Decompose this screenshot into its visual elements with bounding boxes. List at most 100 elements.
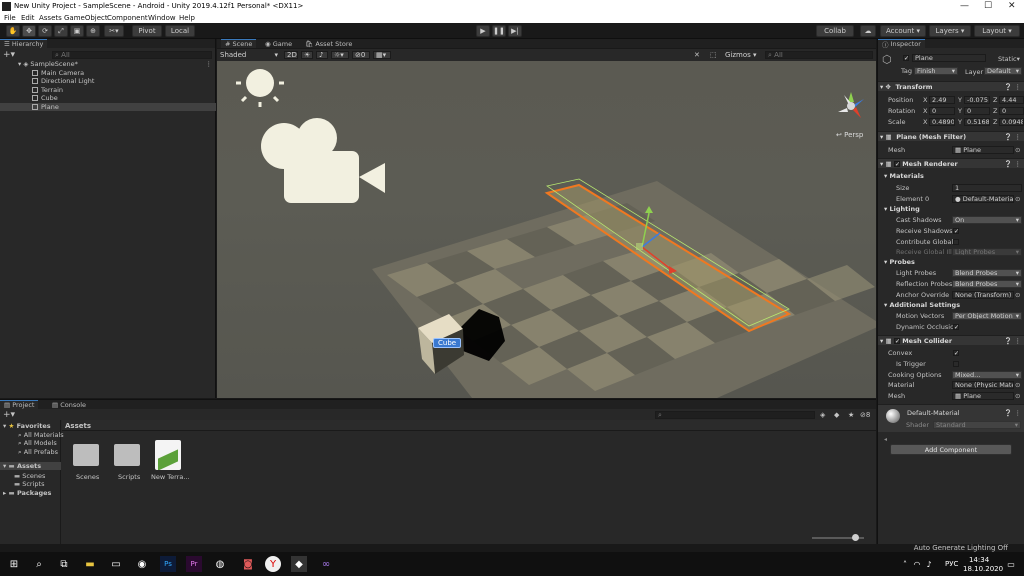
filter-label-icon[interactable]: ◆ bbox=[834, 411, 839, 419]
2d-toggle[interactable]: 2D bbox=[284, 51, 298, 59]
cast-shadows-dropdown[interactable]: On ▾ bbox=[952, 215, 1022, 224]
hierarchy-item[interactable]: Cube bbox=[0, 94, 216, 102]
favorite-filter-icon[interactable]: ★ bbox=[848, 411, 854, 419]
position-x-field[interactable]: 2.49 bbox=[929, 95, 955, 104]
step-button[interactable]: ▶| bbox=[508, 25, 522, 37]
gizmo-plane-handle[interactable] bbox=[636, 243, 643, 250]
convex-checkbox[interactable]: ✓ bbox=[953, 349, 959, 356]
scene-search-input[interactable]: ⌕ All bbox=[765, 51, 873, 59]
effects-toggle-icon[interactable]: ☼▾ bbox=[331, 51, 349, 59]
wifi-icon[interactable]: ◠ bbox=[912, 556, 922, 572]
lighting-toggle-icon[interactable]: ☀ bbox=[301, 51, 313, 59]
cloud-icon[interactable]: ☁ bbox=[860, 25, 876, 37]
layout-dropdown[interactable]: Layout ▾ bbox=[974, 25, 1020, 37]
dynamic-occlusion-checkbox[interactable]: ✓ bbox=[953, 323, 959, 330]
probes-foldout[interactable]: ▾ Probes bbox=[884, 258, 915, 266]
rotation-y-field[interactable]: 0 bbox=[964, 106, 990, 115]
account-dropdown[interactable]: Account ▾ bbox=[880, 25, 926, 37]
clock-date[interactable]: 18.10.2020 bbox=[963, 565, 1003, 573]
transform-tool-button[interactable]: ⊕ bbox=[86, 25, 100, 37]
static-dropdown[interactable]: Static▾ bbox=[998, 55, 1020, 63]
audio-toggle-icon[interactable]: ♪ bbox=[316, 51, 328, 59]
hidden-count-icon[interactable]: ⊘8 bbox=[860, 411, 870, 419]
is-trigger-checkbox[interactable] bbox=[953, 360, 959, 367]
tab-asset-store[interactable]: 🛍 Asset Store bbox=[301, 39, 356, 48]
asset-subfolder[interactable]: ▬ Scripts bbox=[14, 480, 44, 488]
menu-window[interactable]: Window bbox=[148, 14, 176, 22]
cooking-options-dropdown[interactable]: Mixed... ▾ bbox=[952, 370, 1022, 379]
menu-help[interactable]: Help bbox=[179, 14, 195, 22]
active-checkbox[interactable]: ✓ bbox=[903, 54, 909, 62]
materials-foldout[interactable]: ▾ Materials bbox=[884, 172, 924, 180]
rotation-x-field[interactable]: 0 bbox=[929, 106, 955, 115]
close-button[interactable]: ✕ bbox=[1008, 1, 1016, 11]
cube-label[interactable]: Cube bbox=[433, 338, 462, 348]
local-toggle[interactable]: Local bbox=[165, 25, 195, 37]
collider-mesh-field[interactable]: ▦ Plane bbox=[952, 391, 1014, 400]
hierarchy-scene-item[interactable]: ▾ ◈ SampleScene* ⋮ bbox=[0, 60, 216, 68]
tab-inspector[interactable]: ⓘ Inspector bbox=[878, 39, 925, 49]
slider-handle[interactable] bbox=[852, 534, 859, 541]
shader-dropdown[interactable]: Standard ▾ bbox=[933, 421, 1021, 429]
scenes-folder-icon[interactable] bbox=[73, 444, 99, 466]
scene-menu-icon[interactable]: ⋮ bbox=[206, 60, 213, 68]
lighting-foldout[interactable]: ▾ Lighting bbox=[884, 205, 920, 213]
scale-x-field[interactable]: 0.4890 bbox=[929, 117, 955, 126]
photoshop-icon[interactable]: Ps bbox=[160, 556, 176, 572]
receive-shadows-checkbox[interactable]: ✓ bbox=[953, 227, 959, 234]
collider-material-field[interactable]: None (Physic Mater bbox=[952, 380, 1014, 389]
asset-subfolder[interactable]: ▬ Scenes bbox=[14, 472, 45, 480]
object-picker-icon[interactable]: ⊙ bbox=[1015, 381, 1020, 389]
scripts-folder-icon[interactable] bbox=[114, 444, 140, 466]
additional-settings-foldout[interactable]: ▾ Additional Settings bbox=[884, 301, 960, 309]
breadcrumb-assets[interactable]: Assets bbox=[65, 422, 91, 430]
custom-tool-button[interactable]: ✂▾ bbox=[104, 25, 124, 37]
hidden-objects-toggle[interactable]: ⊘ 0 bbox=[352, 51, 370, 59]
menu-edit[interactable]: Edit bbox=[21, 14, 35, 22]
object-name-field[interactable]: Plane bbox=[912, 54, 986, 62]
fav-item[interactable]: ⌕ All Prefabs bbox=[18, 448, 58, 457]
assets-folder[interactable]: ▾ ▬ Assets bbox=[0, 462, 61, 470]
create-asset-icon[interactable]: +▾ bbox=[3, 410, 15, 420]
pivot-toggle[interactable]: Pivot bbox=[132, 25, 162, 37]
material-expand-icon[interactable]: ◂ bbox=[884, 436, 887, 443]
calculator-icon[interactable]: ▭ bbox=[108, 556, 124, 572]
rect-tool-button[interactable]: ▣ bbox=[70, 25, 84, 37]
rotation-z-field[interactable]: 0 bbox=[999, 106, 1024, 115]
premiere-icon[interactable]: Pr bbox=[186, 556, 202, 572]
hierarchy-item-selected[interactable]: Plane bbox=[0, 103, 216, 111]
favorites-folder[interactable]: ▾ ★ Favorites bbox=[3, 422, 51, 430]
persp-label[interactable]: ↩ Persp bbox=[836, 131, 863, 139]
play-button[interactable]: ▶ bbox=[476, 25, 490, 37]
main-camera-icon[interactable] bbox=[261, 118, 385, 203]
create-icon[interactable]: +▾ bbox=[3, 50, 15, 60]
light-probes-dropdown[interactable]: Blend Probes ▾ bbox=[952, 268, 1022, 277]
object-picker-icon[interactable]: ⊙ bbox=[1015, 291, 1020, 299]
scene-camera-dropdown[interactable]: ▦▾ bbox=[373, 51, 391, 59]
collab-button[interactable]: Collab bbox=[816, 25, 854, 37]
icon-size-slider[interactable] bbox=[812, 534, 864, 541]
material-section[interactable]: Default-Material ❔ ⋮ Shader Standard ▾ bbox=[878, 404, 1024, 432]
tab-hierarchy[interactable]: ☰ Hierarchy bbox=[0, 39, 48, 48]
material-menu-icon[interactable]: ❔ ⋮ bbox=[1004, 409, 1021, 417]
chrome-icon[interactable]: ◉ bbox=[134, 556, 150, 572]
search-icon[interactable]: ⌕ bbox=[31, 556, 47, 572]
rotate-tool-button[interactable]: ⟳ bbox=[38, 25, 52, 37]
mesh-filter-header[interactable]: ▾ ▦ Plane (Mesh Filter) ❔ ⋮ bbox=[878, 131, 1024, 141]
unity-icon[interactable]: ◆ bbox=[291, 556, 307, 572]
notifications-icon[interactable]: ▭ bbox=[1004, 556, 1018, 572]
scene-canvas[interactable] bbox=[217, 61, 876, 398]
packages-folder[interactable]: ▸ ▬ Packages bbox=[3, 489, 51, 497]
tray-arrow-icon[interactable]: ˄ bbox=[900, 556, 910, 572]
hierarchy-item[interactable]: Terrain bbox=[0, 86, 216, 94]
scale-z-field[interactable]: 0.0948 bbox=[999, 117, 1024, 126]
hand-tool-button[interactable]: ✋ bbox=[6, 25, 20, 37]
steam-icon[interactable]: ◍ bbox=[212, 556, 228, 572]
hierarchy-item[interactable]: Directional Light bbox=[0, 77, 216, 85]
gizmos-dropdown[interactable]: Gizmos ▾ bbox=[723, 51, 761, 59]
scene-visibility-icon[interactable]: ⬚ bbox=[710, 51, 717, 59]
transform-header[interactable]: ▾ ✥ Transform ❔ ⋮ bbox=[878, 81, 1024, 91]
reflection-probes-dropdown[interactable]: Blend Probes ▾ bbox=[952, 279, 1022, 288]
mesh-renderer-header[interactable]: ▾ ▦ ✓ Mesh Renderer ❔ ⋮ bbox=[878, 158, 1024, 168]
hierarchy-search-input[interactable]: ⌕ All bbox=[52, 51, 212, 59]
